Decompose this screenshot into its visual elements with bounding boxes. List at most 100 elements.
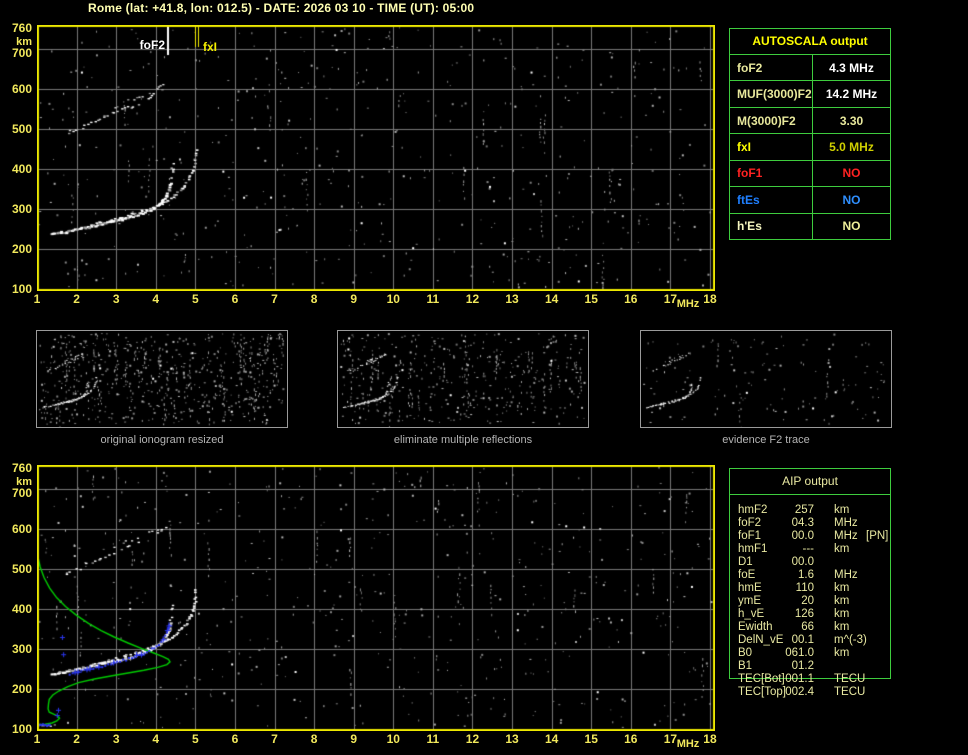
- aip-row-value: 00.0: [791, 556, 814, 568]
- top-ionogram-canvas: [37, 25, 715, 291]
- x-tick-label: 13: [505, 292, 519, 306]
- fof2-marker-label: foF2: [139, 38, 165, 52]
- x-tick-label: 6: [231, 732, 239, 746]
- x-tick-label: 16: [624, 732, 638, 746]
- autoscala-row-label: foF2: [730, 55, 813, 81]
- aip-row-label: hmE: [738, 582, 762, 594]
- autoscala-table-row: foF1 NO: [730, 159, 890, 187]
- autoscala-table-row: ftEs NO: [730, 186, 890, 213]
- x-tick-label: 4: [152, 292, 160, 306]
- aip-row-unit: km: [834, 543, 850, 555]
- aip-row-value: 002.4: [785, 686, 814, 698]
- y-tick-label: 760: [11, 21, 32, 35]
- autoscala-table-row: M(3000)F2 3.30: [730, 106, 890, 134]
- aip-row-label: ymE: [738, 595, 761, 607]
- autoscala-row-value: NO: [842, 166, 861, 181]
- aip-row-label: foF1: [738, 530, 762, 542]
- aip-table-row: TEC[Bot] 001.1 TECU: [730, 673, 890, 686]
- aip-row-value: 1.6: [798, 569, 814, 581]
- aip-table-row: hmF2 257 km: [730, 504, 890, 517]
- x-tick-label: 15: [584, 732, 598, 746]
- aip-row-label: foE: [738, 569, 756, 581]
- autoscala-row-label: foF1: [730, 160, 813, 187]
- aip-row-label: hmF2: [738, 504, 768, 516]
- autoscala-table-row: h'Es NO: [730, 212, 890, 239]
- aip-row-label: B0: [738, 647, 753, 659]
- aip-table-row: Ewidth 66 km: [730, 621, 890, 634]
- aip-row-value: 126: [794, 608, 814, 620]
- aip-row-value: 00.0: [791, 530, 814, 542]
- x-tick-label: 8: [310, 292, 318, 306]
- x-tick-label: 3: [112, 732, 120, 746]
- x-tick-label: 11: [426, 732, 440, 746]
- aip-row-value: 110: [795, 582, 814, 594]
- aip-row-unit: MHz: [834, 569, 858, 581]
- x-tick-label: 12: [465, 292, 480, 306]
- y-tick-label: 300: [11, 202, 32, 216]
- bottom-ionogram-canvas: [37, 465, 715, 731]
- autoscala-row-label: MUF(3000)F2: [730, 81, 813, 107]
- y-axis-unit-label: km: [16, 36, 32, 48]
- autoscala-row-label: ftEs: [730, 187, 813, 213]
- aip-row-note: [PN]: [866, 530, 889, 542]
- x-tick-label: 10: [386, 732, 400, 746]
- aip-table-row: h_vE 126 km: [730, 608, 890, 621]
- autoscala-table-header: AUTOSCALA output: [752, 34, 868, 48]
- y-axis-unit-label: km: [16, 476, 32, 488]
- aip-table-row: hmE 110 km: [730, 582, 890, 595]
- x-tick-label: 5: [192, 292, 199, 306]
- x-tick-label: 4: [152, 732, 160, 746]
- y-tick-label: 760: [11, 461, 32, 475]
- x-tick-label: 3: [112, 292, 120, 306]
- autoscala-row-value: 5.0 MHz: [829, 139, 874, 154]
- autoscala-table-row: foF2 4.3 MHz: [730, 54, 890, 81]
- autoscala-row-label: M(3000)F2: [730, 107, 813, 134]
- autoscala-output-table: AUTOSCALA output foF2 4.3 MHz MUF(3000)F2 1…: [729, 28, 891, 240]
- aip-row-value: 04.3: [791, 517, 814, 529]
- y-tick-label: 200: [11, 682, 32, 696]
- autoscala-table-body: foF2 4.3 MHz MUF(3000)F2 14.2 MHz M(3000)F2 3…: [730, 54, 890, 239]
- x-tick-label: 9: [350, 732, 358, 746]
- aip-row-unit: km: [834, 595, 850, 607]
- aip-table-row: ymE 20 km: [730, 595, 890, 608]
- aip-table-row: DelN_vE 00.1 m^(-3): [730, 634, 890, 647]
- autoscala-app-window: Rome (lat: +41.8, lon: 012.5) - DATE: 20…: [0, 0, 968, 755]
- x-tick-label: 7: [271, 732, 278, 746]
- aip-row-value: 66: [801, 621, 814, 633]
- aip-row-value: 01.2: [791, 660, 814, 672]
- aip-table-header: AIP output: [782, 474, 838, 488]
- aip-table-row: TEC[Top] 002.4 TECU: [730, 686, 890, 699]
- x-tick-label: 13: [505, 732, 519, 746]
- aip-table-row: foF2 04.3 MHz: [730, 517, 890, 530]
- aip-row-value: 20: [801, 595, 814, 607]
- thumbnail-eliminate-reflections: [337, 330, 589, 428]
- thumbnail-evidence-canvas: [641, 331, 891, 427]
- aip-row-value: 061.0: [785, 647, 814, 659]
- aip-row-label: B1: [738, 660, 753, 672]
- x-axis-unit-label: MHz: [676, 298, 700, 310]
- x-tick-label: 1: [33, 292, 41, 306]
- x-tick-label: 2: [73, 292, 80, 306]
- aip-table-row: D1 00.0: [730, 556, 890, 569]
- x-tick-label: 12: [465, 732, 480, 746]
- y-tick-label: 400: [11, 162, 32, 176]
- aip-row-unit: km: [834, 621, 850, 633]
- thumbnail-caption-eliminate: eliminate multiple reflections: [393, 434, 533, 446]
- autoscala-table-row: MUF(3000)F2 14.2 MHz: [730, 80, 890, 107]
- thumbnail-original-canvas: [37, 331, 287, 427]
- aip-table-row: B1 01.2: [730, 660, 890, 673]
- y-tick-label: 500: [11, 562, 32, 576]
- aip-row-label: hmF1: [738, 543, 768, 555]
- aip-row-unit: km: [834, 504, 850, 516]
- aip-row-unit: TECU: [834, 673, 866, 685]
- aip-table-row: hmF1 --- km: [730, 543, 890, 556]
- aip-row-unit: MHz: [834, 517, 858, 529]
- aip-row-label: D1: [738, 556, 753, 568]
- autoscala-row-value: 3.30: [839, 113, 864, 128]
- aip-row-value: 00.1: [791, 634, 814, 646]
- aip-row-unit: MHz: [834, 530, 858, 542]
- x-tick-label: 8: [310, 732, 318, 746]
- thumbnail-original-ionogram: [36, 330, 288, 428]
- aip-row-unit: km: [834, 608, 850, 620]
- y-tick-label: 600: [11, 522, 32, 536]
